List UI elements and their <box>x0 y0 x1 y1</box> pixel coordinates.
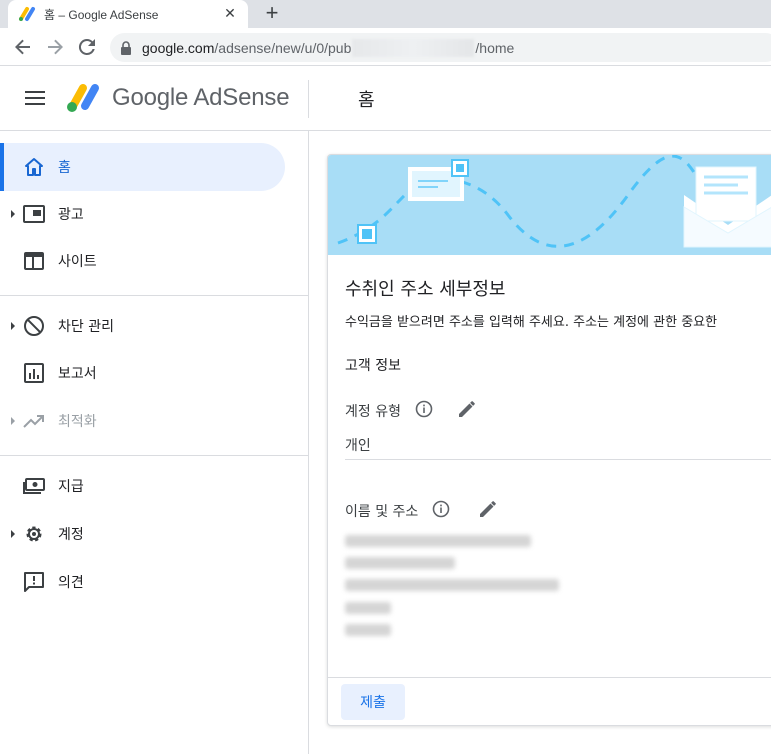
sidebar-item-feedback[interactable]: 의견 <box>0 558 285 606</box>
redacted-address-line <box>345 557 455 569</box>
browser-tab[interactable]: 홈 – Google AdSense ✕ <box>8 0 248 28</box>
sidebar-item-ads[interactable]: 광고 <box>0 190 285 238</box>
sidebar-divider <box>0 295 309 296</box>
edit-pencil-icon[interactable] <box>478 499 498 523</box>
forward-arrow-icon[interactable] <box>44 36 66 58</box>
adsense-logo-icon <box>65 80 101 114</box>
name-address-field: 이름 및 주소 <box>345 499 498 523</box>
expand-caret-icon[interactable] <box>11 322 15 330</box>
sidebar-item-label: 지급 <box>58 479 84 495</box>
account-type-field: 계정 유형 <box>345 399 477 423</box>
submit-button[interactable]: 제출 <box>341 684 405 720</box>
redacted-address-line <box>345 624 391 636</box>
tab-title: 홈 – Google AdSense <box>44 7 159 22</box>
home-icon <box>23 156 45 178</box>
ads-icon <box>23 203 45 225</box>
expand-caret-icon[interactable] <box>11 530 15 538</box>
sidebar-item-label: 의견 <box>58 575 84 591</box>
reports-icon <box>23 362 45 384</box>
sidebar-item-label: 보고서 <box>58 366 97 382</box>
adsense-favicon-icon <box>18 6 36 22</box>
browser-tabstrip: 홈 – Google AdSense ✕ + <box>0 0 771 28</box>
browser-toolbar: google.com /adsense/new/u/0/pub /home <box>0 28 771 66</box>
address-details-card: 수취인 주소 세부정보 수익금을 받으려면 주소를 입력해 주세요. 주소는 계… <box>327 154 771 726</box>
trending-icon <box>23 410 45 432</box>
account-type-value: 개인 <box>345 438 371 454</box>
sidebar-item-label: 차단 관리 <box>58 319 114 335</box>
sidebar-item-blocking[interactable]: 차단 관리 <box>0 302 285 350</box>
menu-icon[interactable] <box>25 91 45 107</box>
url-host: google.com <box>142 39 215 56</box>
account-type-label: 계정 유형 <box>345 404 401 420</box>
redacted-name-line <box>345 535 531 547</box>
block-icon <box>23 315 45 337</box>
sidebar-item-optimization[interactable]: 최적화 <box>0 397 285 445</box>
section-title: 고객 정보 <box>345 358 401 374</box>
sidebar-divider <box>0 455 309 456</box>
sidebar: 홈 광고 사이트 차단 관리 보고서 최적화 지급 계정 의견 <box>0 131 309 754</box>
card-footer-divider <box>328 677 771 678</box>
redacted-address-line <box>345 602 391 614</box>
app-header: Google AdSense 홈 <box>0 66 771 131</box>
expand-caret-icon[interactable] <box>11 210 15 218</box>
sidebar-item-payments[interactable]: 지급 <box>0 462 285 510</box>
field-divider <box>345 459 771 460</box>
reload-icon[interactable] <box>76 36 98 58</box>
expand-caret-icon[interactable] <box>11 417 15 425</box>
gear-icon <box>23 523 45 545</box>
brand-name: Google AdSense <box>112 84 290 111</box>
url-path-start: /adsense/new/u/0/pub <box>214 39 352 56</box>
sidebar-item-label: 최적화 <box>58 414 97 430</box>
card-title: 수취인 주소 세부정보 <box>345 279 506 300</box>
header-divider <box>308 80 309 118</box>
sidebar-item-label: 홈 <box>58 160 71 176</box>
page-title: 홈 <box>358 90 375 111</box>
feedback-icon <box>23 571 45 593</box>
lock-icon <box>120 40 132 55</box>
info-icon[interactable] <box>415 400 433 422</box>
sidebar-item-label: 광고 <box>58 207 84 223</box>
payments-icon <box>23 475 45 497</box>
name-address-label: 이름 및 주소 <box>345 504 419 520</box>
info-icon[interactable] <box>432 500 450 522</box>
edit-pencil-icon[interactable] <box>457 399 477 423</box>
sidebar-item-label: 계정 <box>58 527 84 543</box>
new-tab-button[interactable]: + <box>260 2 284 26</box>
sidebar-item-sites[interactable]: 사이트 <box>0 237 285 285</box>
close-tab-icon[interactable]: ✕ <box>222 6 238 22</box>
sidebar-item-reports[interactable]: 보고서 <box>0 349 285 397</box>
card-description: 수익금을 받으려면 주소를 입력해 주세요. 주소는 계정에 관한 중요한 <box>345 315 718 330</box>
sites-icon <box>23 250 45 272</box>
address-bar[interactable]: google.com /adsense/new/u/0/pub /home <box>110 33 771 62</box>
url-redacted <box>352 38 475 57</box>
url-path-end: /home <box>475 39 515 56</box>
mail-banner-illustration <box>328 155 771 255</box>
sidebar-item-label: 사이트 <box>58 254 97 270</box>
back-arrow-icon[interactable] <box>12 36 34 58</box>
redacted-address-line <box>345 579 559 591</box>
sidebar-item-account[interactable]: 계정 <box>0 510 285 558</box>
sidebar-item-home[interactable]: 홈 <box>0 143 285 191</box>
